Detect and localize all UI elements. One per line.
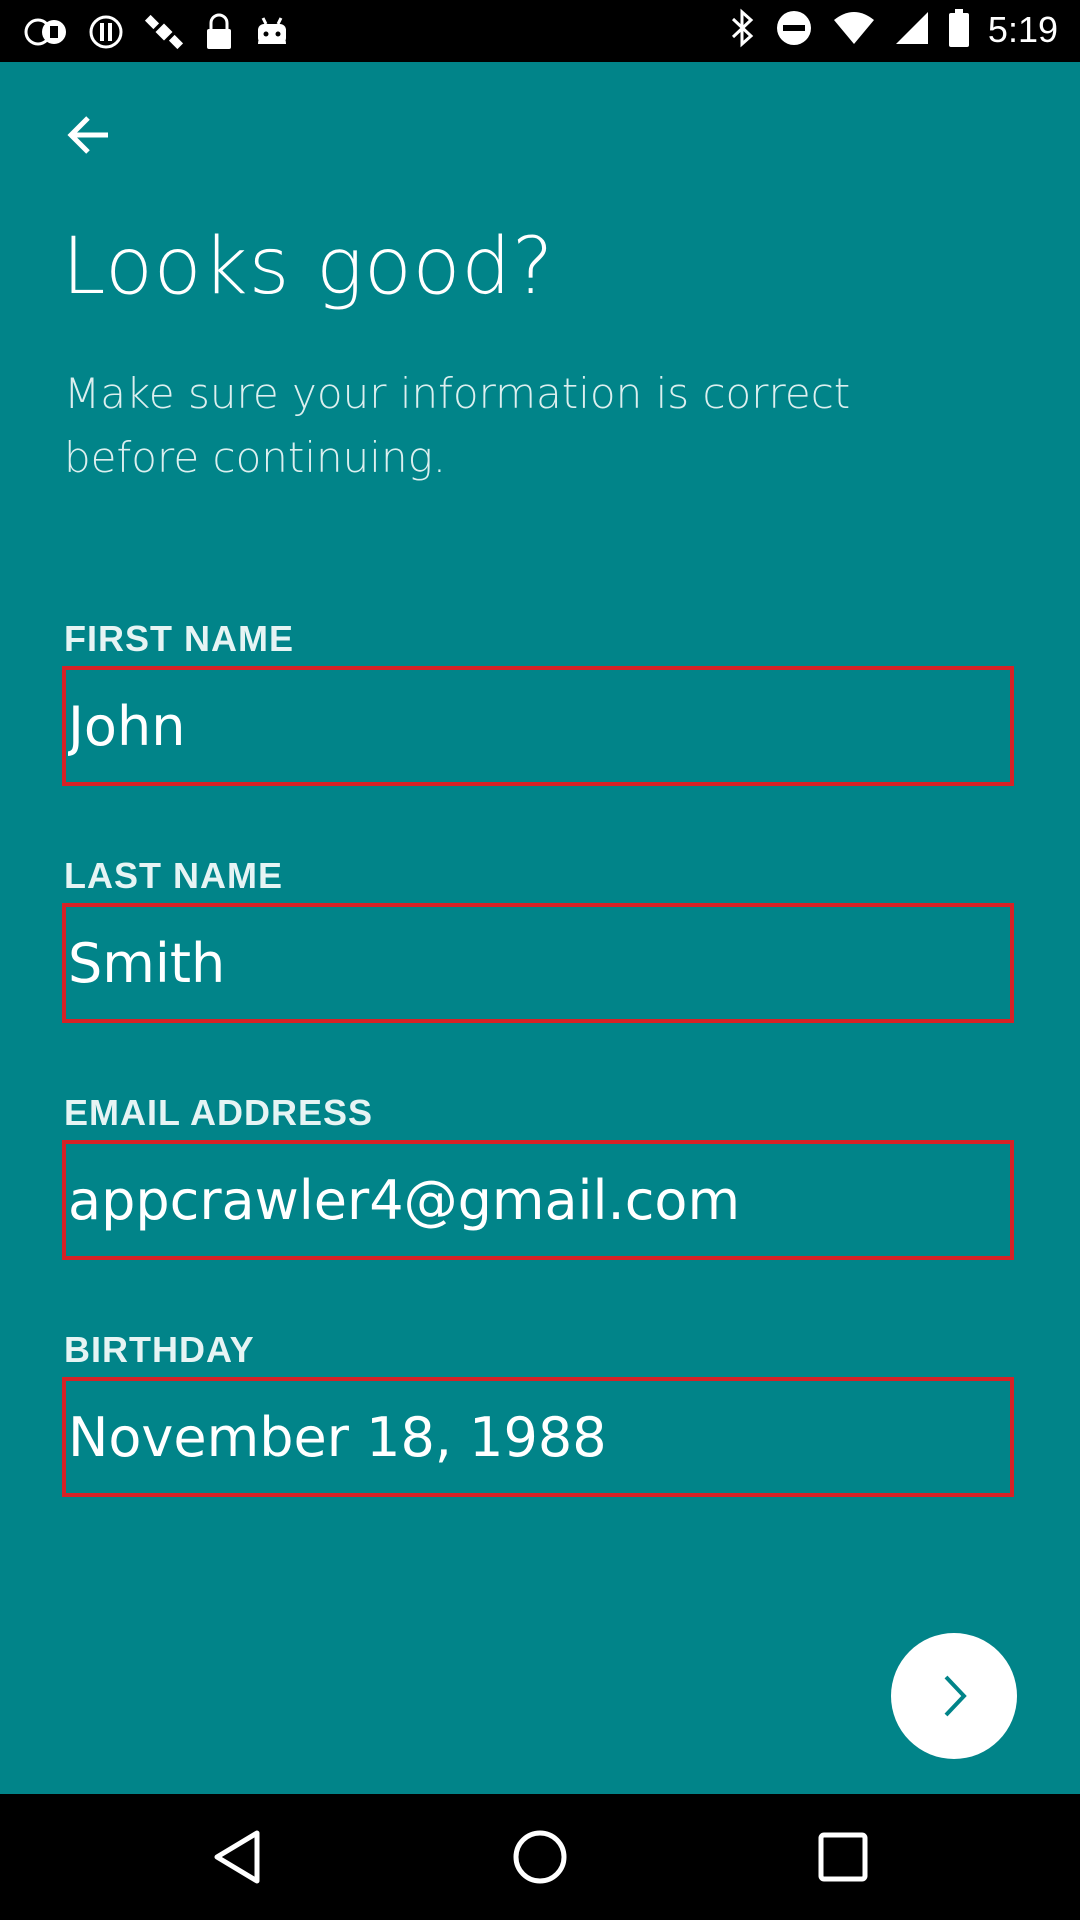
- screen: 5:19 Looks good? Make sure your informat…: [0, 0, 1080, 1920]
- nav-recents-button[interactable]: [810, 1824, 876, 1890]
- nav-home-button[interactable]: [507, 1824, 573, 1890]
- lock-icon: [204, 13, 234, 51]
- page-subtitle: Make sure your information is correct be…: [64, 369, 851, 482]
- first-name-field[interactable]: [62, 666, 1014, 786]
- email-label: EMAIL ADDRESS: [64, 1092, 374, 1133]
- page-title: Looks good?: [62, 222, 555, 312]
- alert-icon: [88, 14, 124, 50]
- email-field[interactable]: [62, 1140, 1014, 1260]
- chevron-right-icon: [944, 1675, 967, 1717]
- do-not-disturb-icon: [774, 8, 814, 52]
- next-button[interactable]: [891, 1633, 1017, 1759]
- arrow-back-icon: [67, 116, 108, 154]
- abc13-icon: [24, 14, 68, 50]
- status-bar: 5:19: [0, 0, 1080, 62]
- first-name-label: FIRST NAME: [64, 618, 294, 659]
- last-name-label: LAST NAME: [64, 855, 283, 896]
- circle-home-icon: [513, 1830, 567, 1884]
- clock: 5:19: [987, 9, 1058, 50]
- birthday-label: BIRTHDAY: [64, 1329, 255, 1370]
- satellite-icon: [144, 12, 184, 52]
- birthday-field[interactable]: [62, 1377, 1014, 1497]
- system-icons: 5:19: [730, 8, 1058, 52]
- signal-icon: [894, 10, 930, 50]
- nav-back-button[interactable]: [204, 1824, 270, 1890]
- square-recents-icon: [818, 1832, 868, 1882]
- navigation-bar: [0, 1794, 1080, 1920]
- wifi-icon: [832, 10, 876, 50]
- app-content: Looks good? Make sure your information i…: [0, 62, 1080, 1794]
- bluetooth-icon: [730, 8, 756, 52]
- back-button[interactable]: [60, 106, 118, 164]
- android-icon: [254, 14, 290, 50]
- last-name-field[interactable]: [62, 903, 1014, 1023]
- battery-icon: [948, 8, 970, 52]
- notification-icons: [24, 12, 290, 52]
- triangle-back-icon: [214, 1830, 260, 1884]
